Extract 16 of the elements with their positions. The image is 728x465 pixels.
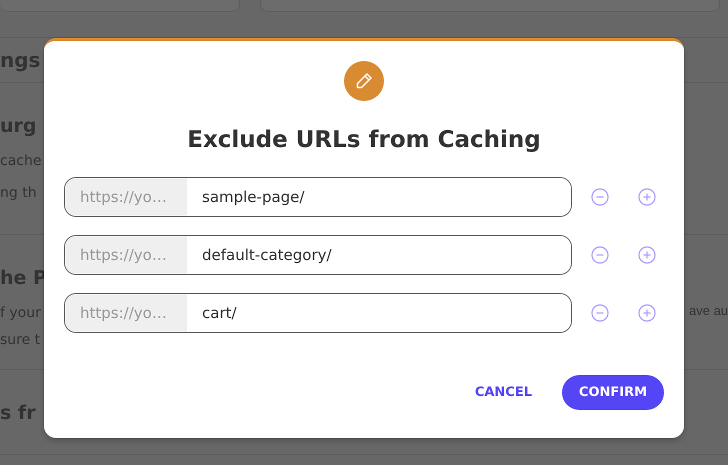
url-input-field[interactable]: https://yo… default-category/ — [64, 235, 572, 275]
dialog-title: Exclude URLs from Caching — [186, 126, 542, 155]
remove-icon[interactable] — [591, 246, 609, 264]
url-input-field[interactable]: https://yo… cart/ — [64, 293, 572, 333]
remove-icon[interactable] — [591, 304, 609, 322]
url-prefix: https://yo… — [65, 294, 187, 332]
confirm-button[interactable]: CONFIRM — [562, 375, 664, 410]
remove-icon[interactable] — [591, 188, 609, 206]
url-prefix: https://yo… — [65, 236, 187, 274]
url-input-field[interactable]: https://yo… sample-page/ — [64, 177, 572, 217]
url-prefix: https://yo… — [65, 178, 187, 216]
add-icon[interactable] — [638, 188, 656, 206]
add-icon[interactable] — [638, 304, 656, 322]
add-icon[interactable] — [638, 246, 656, 264]
cancel-button[interactable]: CANCEL — [474, 378, 532, 406]
pencil-icon — [344, 61, 384, 101]
